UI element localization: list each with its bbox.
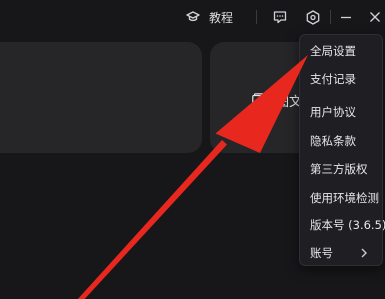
tutorial-label: 教程 [209,10,234,25]
menu-item-label: 全局设置 [310,44,356,58]
tutorial-button[interactable]: 教程 [186,5,242,29]
minimize-icon [341,16,351,19]
menu-item-environment-check[interactable]: 使用环境检测 [300,184,382,212]
menu-item-user-agreement[interactable]: 用户协议 [300,98,382,126]
graduation-cap-icon [186,11,200,22]
hexagon-gear-icon [306,9,320,25]
menu-item-third-party-copyright[interactable]: 第三方版权 [300,155,382,183]
menu-item-label: 账号 [310,246,333,260]
title-bar: 教程 [0,0,385,34]
chat-feedback-icon [273,11,287,24]
chevron-right-icon [361,248,367,258]
minimize-button[interactable] [336,5,356,29]
image-text-icon [252,93,268,107]
feedback-button[interactable] [269,5,291,29]
menu-item-global-settings[interactable]: 全局设置 [300,37,382,65]
settings-button[interactable] [302,5,324,29]
close-icon [370,12,380,22]
menu-item-label: 第三方版权 [310,162,368,176]
menu-item-label: 支付记录 [310,72,356,86]
settings-menu: 全局设置 支付记录 用户协议 隐私条款 第三方版权 使用环境检测 版本号 (3.… [299,34,385,267]
menu-item-account[interactable]: 账号 [300,239,382,267]
menu-item-payment-records[interactable]: 支付记录 [300,65,382,93]
menu-item-label: 用户协议 [310,105,356,119]
feature-card-left[interactable] [0,42,202,153]
titlebar-divider [330,10,331,24]
close-button[interactable] [365,5,385,29]
titlebar-divider [256,10,257,24]
menu-item-version[interactable]: 版本号 (3.6.5) [300,211,385,239]
menu-item-label: 使用环境检测 [310,191,379,205]
app-window: 教程 图文 全局设置 支付记录 用户协议 隐私条款 第三方版权 使用环境检测 版… [0,0,385,299]
menu-item-privacy-terms[interactable]: 隐私条款 [300,127,382,155]
menu-item-label: 隐私条款 [310,134,356,148]
menu-item-label: 版本号 (3.6.5) [310,218,385,232]
